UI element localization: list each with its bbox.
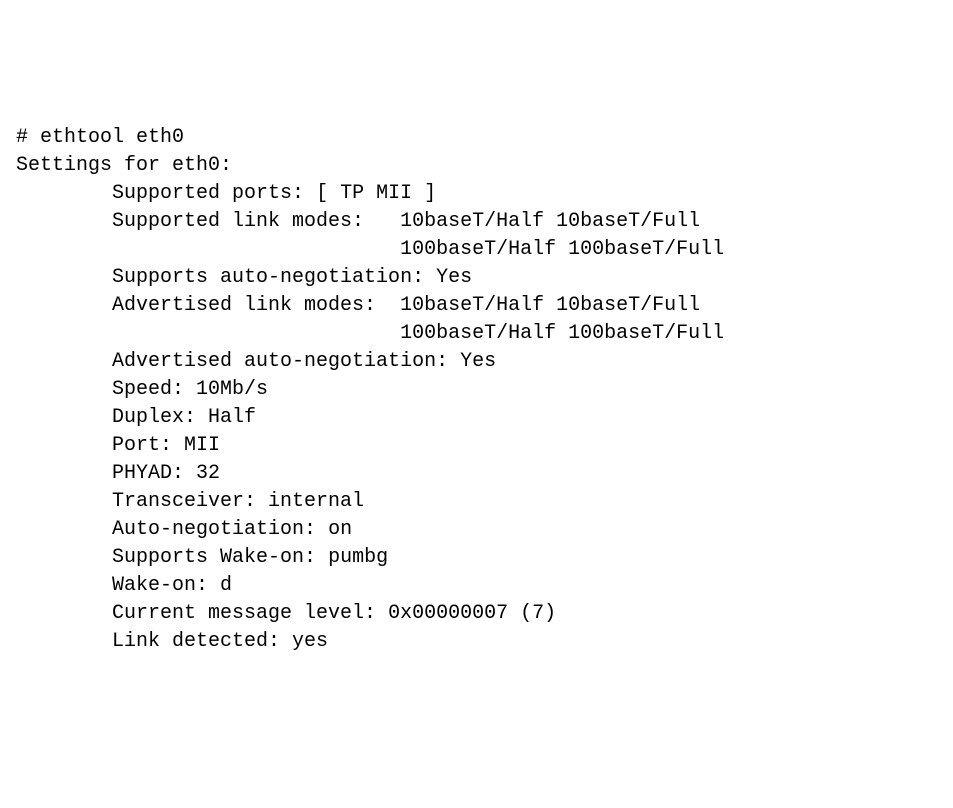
command-text: ethtool eth0 xyxy=(40,126,184,149)
supports-autoneg-label: Supports auto-negotiation: xyxy=(112,266,436,289)
speed-line: Speed: 10Mb/s xyxy=(16,376,937,404)
msg-level-label: Current message level: xyxy=(112,602,388,625)
wol-value: d xyxy=(220,574,232,597)
advertised-link-modes-label: Advertised link modes: xyxy=(112,294,400,317)
advertised-autoneg-label: Advertised auto-negotiation: xyxy=(112,350,460,373)
link-detected-value: yes xyxy=(292,630,328,653)
supported-link-modes-label: Supported link modes: xyxy=(112,210,400,233)
supports-autoneg-value: Yes xyxy=(436,266,472,289)
supports-autoneg-line: Supports auto-negotiation: Yes xyxy=(16,264,937,292)
terminal-output: # ethtool eth0Settings for eth0: Support… xyxy=(16,124,937,656)
supports-wol-label: Supports Wake-on: xyxy=(112,546,328,569)
transceiver-value: internal xyxy=(268,490,364,513)
port-value: MII xyxy=(184,434,220,457)
transceiver-label: Transceiver: xyxy=(112,490,268,513)
supported-link-modes-line2: 100baseT/Half 100baseT/Full xyxy=(16,236,937,264)
speed-value: 10Mb/s xyxy=(196,378,268,401)
supported-link-modes-value2: 100baseT/Half 100baseT/Full xyxy=(400,238,724,261)
msg-level-value: 0x00000007 (7) xyxy=(388,602,556,625)
duplex-label: Duplex: xyxy=(112,406,208,429)
link-detected-line: Link detected: yes xyxy=(16,628,937,656)
speed-label: Speed: xyxy=(112,378,196,401)
phyad-line: PHYAD: 32 xyxy=(16,460,937,488)
supports-wol-line: Supports Wake-on: pumbg xyxy=(16,544,937,572)
advertised-link-modes-line1: Advertised link modes: 10baseT/Half 10ba… xyxy=(16,292,937,320)
supported-ports-label: Supported ports: xyxy=(112,182,316,205)
supports-wol-value: pumbg xyxy=(328,546,388,569)
advertised-autoneg-value: Yes xyxy=(460,350,496,373)
prompt: # xyxy=(16,126,40,149)
advertised-link-modes-value2: 100baseT/Half 100baseT/Full xyxy=(400,322,724,345)
advertised-link-modes-value1: 10baseT/Half 10baseT/Full xyxy=(400,294,700,317)
port-label: Port: xyxy=(112,434,184,457)
command-line: # ethtool eth0 xyxy=(16,124,937,152)
duplex-value: Half xyxy=(208,406,256,429)
link-detected-label: Link detected: xyxy=(112,630,292,653)
autoneg-line: Auto-negotiation: on xyxy=(16,516,937,544)
supported-ports-line: Supported ports: [ TP MII ] xyxy=(16,180,937,208)
supported-ports-value: [ TP MII ] xyxy=(316,182,436,205)
wol-label: Wake-on: xyxy=(112,574,220,597)
autoneg-value: on xyxy=(328,518,352,541)
phyad-value: 32 xyxy=(196,462,220,485)
advertised-autoneg-line: Advertised auto-negotiation: Yes xyxy=(16,348,937,376)
advertised-link-modes-line2: 100baseT/Half 100baseT/Full xyxy=(16,320,937,348)
port-line: Port: MII xyxy=(16,432,937,460)
supported-link-modes-line1: Supported link modes: 10baseT/Half 10bas… xyxy=(16,208,937,236)
wol-line: Wake-on: d xyxy=(16,572,937,600)
settings-header: Settings for eth0: xyxy=(16,152,937,180)
autoneg-label: Auto-negotiation: xyxy=(112,518,328,541)
transceiver-line: Transceiver: internal xyxy=(16,488,937,516)
supported-link-modes-value1: 10baseT/Half 10baseT/Full xyxy=(400,210,700,233)
phyad-label: PHYAD: xyxy=(112,462,196,485)
duplex-line: Duplex: Half xyxy=(16,404,937,432)
msg-level-line: Current message level: 0x00000007 (7) xyxy=(16,600,937,628)
